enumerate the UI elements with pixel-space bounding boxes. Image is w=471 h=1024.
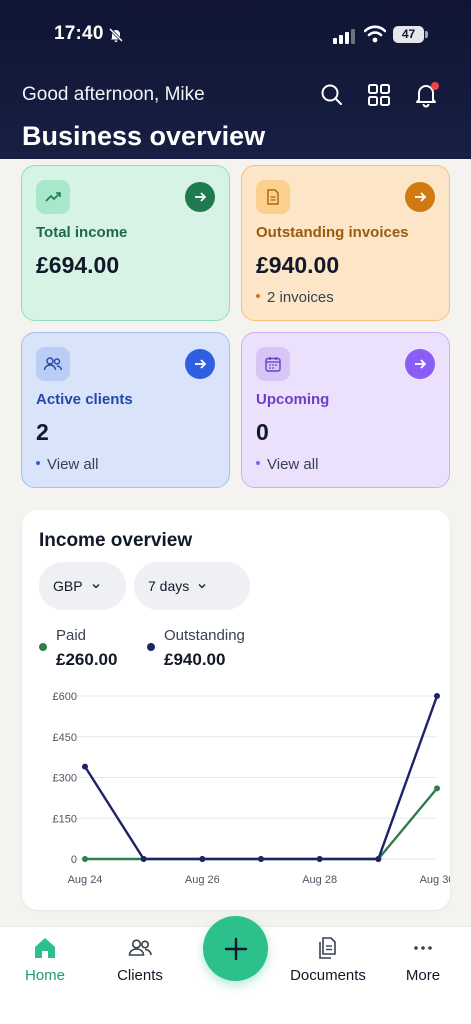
nav-more-label: More [405,967,441,984]
active-clients-card[interactable]: Active clients 2 View all [21,332,230,488]
card-label: Active clients [36,391,133,408]
currency-value: GBP [53,578,83,594]
data-point-paid [82,856,88,862]
data-point-outstanding [199,856,206,862]
x-tick-label: Aug 30 [420,874,450,886]
signal-icon [333,29,355,44]
arrow-right-icon[interactable] [405,182,435,212]
card-value: 0 [256,419,269,445]
documents-icon [319,937,336,959]
y-tick-label: 0 [71,854,77,866]
y-tick-label: £600 [53,691,77,703]
period-dropdown[interactable]: 7 days [134,562,250,610]
nav-more[interactable]: More [378,935,468,984]
more-dots-icon [414,946,432,950]
arrow-right-icon[interactable] [185,349,215,379]
users-icon [128,939,152,956]
outstanding-invoices-card[interactable]: Outstanding invoices £940.00 2 invoices [241,165,450,321]
search-icon[interactable] [319,82,345,108]
greeting-text: Good afternoon, Mike [22,84,205,105]
legend-dot-paid [39,643,47,651]
users-icon [36,347,70,381]
data-point-outstanding [258,856,264,862]
nav-documents[interactable]: Documents [283,935,373,984]
y-tick-label: £450 [53,732,77,744]
page-title: Business overview [22,121,266,151]
arrow-right-icon[interactable] [405,349,435,379]
view-all-link[interactable]: View all [256,456,318,473]
legend-value-outstanding: £940.00 [164,650,226,669]
home-icon [35,938,55,958]
chevron-down-icon [92,584,100,589]
plus-icon [224,937,247,960]
view-all-label: View all [267,456,319,473]
arrow-right-icon[interactable] [185,182,215,212]
card-label: Outstanding invoices [256,224,409,241]
x-tick-label: Aug 26 [185,874,220,886]
y-tick-label: £300 [53,773,77,785]
data-point-outstanding [375,856,382,862]
nav-home[interactable]: Home [0,935,90,984]
card-value: £940.00 [256,252,340,278]
card-label: Total income [36,224,128,241]
legend-label-outstanding: Outstanding [164,627,245,644]
card-label: Upcoming [256,391,330,408]
nav-home-label: Home [24,967,65,984]
app-header: 17:40 47 Good afternoon, Mike Business o… [0,0,471,159]
notification-badge [431,82,439,90]
battery-indicator: 47 [393,26,428,43]
bullet-dot [256,294,260,299]
currency-dropdown[interactable]: GBP [39,562,126,610]
document-icon [256,180,290,214]
wifi-icon [364,25,386,43]
grid-icon[interactable] [366,82,392,108]
legend-label-paid: Paid [56,627,87,644]
status-time: 17:40 [54,23,104,44]
card-value: £694.00 [36,252,120,278]
nav-clients[interactable]: Clients [95,935,185,984]
view-all-label: View all [47,456,99,473]
upcoming-card[interactable]: Upcoming 0 View all [241,332,450,488]
total-income-card[interactable]: Total income £694.00 [21,165,230,321]
x-tick-label: Aug 28 [302,874,337,886]
data-point-paid [434,785,440,792]
battery-tip [425,31,428,38]
nav-documents-label: Documents [290,967,366,984]
battery-level: 47 [393,26,424,43]
view-all-link[interactable]: View all [36,456,98,473]
y-tick-label: £150 [53,813,77,825]
income-line-chart: 0 £150 £300 £450 £600 Aug 24 Aug 26 Aug 28 Aug 3… [53,691,450,886]
card-subtext: 2 invoices [256,289,334,306]
panel-title: Income overview [39,530,193,551]
data-point-outstanding [316,856,323,862]
bell-muted-icon [108,27,124,43]
trending-up-icon [36,180,70,214]
x-tick-label: Aug 24 [68,874,103,886]
data-point-outstanding [82,763,88,770]
add-button[interactable] [203,916,268,981]
legend-dot-outstanding [147,643,155,651]
card-value: 2 [36,419,49,445]
data-point-outstanding [140,856,147,862]
nav-clients-label: Clients [117,967,163,984]
chevron-down-icon [198,584,206,589]
calendar-icon [256,347,290,381]
period-value: 7 days [148,578,190,594]
bullet-dot [36,461,40,466]
bullet-dot [256,461,260,466]
data-point-outstanding [434,693,440,699]
legend-value-paid: £260.00 [56,650,118,669]
invoice-count: 2 invoices [267,289,334,306]
